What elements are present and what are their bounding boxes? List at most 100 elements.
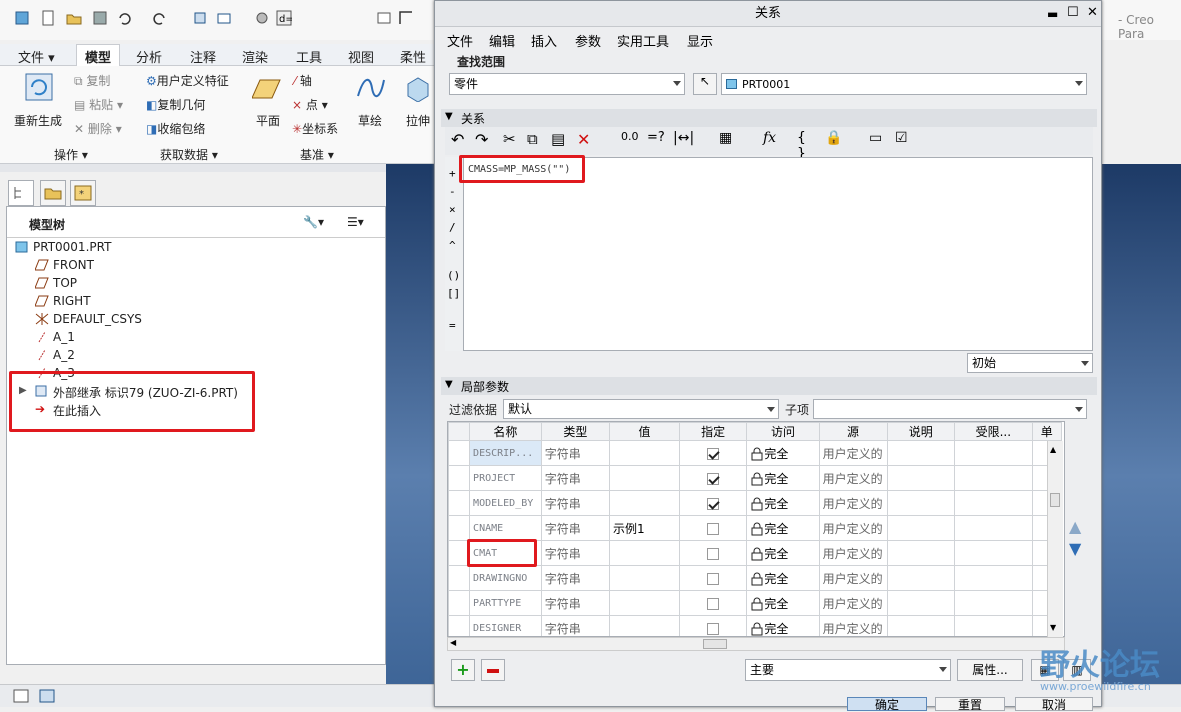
table-row[interactable]: DESCRIP... 字符串 完全 用户定义的 <box>448 440 1063 466</box>
param-source[interactable]: 用户定义的 <box>818 490 888 516</box>
tab-analysis[interactable]: 分析 <box>136 47 162 66</box>
param-value[interactable] <box>609 590 680 616</box>
move-down-icon[interactable]: ▼ <box>1069 539 1081 558</box>
param-set-select[interactable]: 主要 <box>745 659 951 681</box>
undo-icon[interactable] <box>116 10 132 26</box>
row-header[interactable] <box>448 515 471 541</box>
param-source[interactable]: 用户定义的 <box>818 615 888 636</box>
table-row[interactable]: CMAT 字符串 完全 用户定义的 <box>448 540 1063 566</box>
table-row[interactable]: PROJECT 字符串 完全 用户定义的 <box>448 465 1063 491</box>
param-name[interactable]: PARTTYPE <box>469 590 542 616</box>
relations-editor[interactable]: CMASS=MP_MASS("") <box>463 157 1093 351</box>
brackets-icon[interactable]: { } <box>797 130 819 162</box>
redo-icon[interactable]: ↷ <box>475 130 497 152</box>
op-divide[interactable]: / <box>449 221 456 234</box>
param-access[interactable]: 完全 <box>746 490 820 516</box>
minimize-icon[interactable]: ▬ <box>1047 7 1058 21</box>
param-source[interactable]: 用户定义的 <box>818 440 888 466</box>
regenerate-icon[interactable] <box>192 10 208 26</box>
row-header[interactable] <box>448 590 471 616</box>
param-name[interactable]: MODELED_BY <box>469 490 542 516</box>
param-access[interactable]: 完全 <box>746 615 820 636</box>
param-value[interactable] <box>609 615 680 636</box>
param-value[interactable] <box>609 490 680 516</box>
param-access[interactable]: 完全 <box>746 440 820 466</box>
op-power[interactable]: ^ <box>449 239 456 252</box>
param-restricted[interactable] <box>954 615 1033 636</box>
filter-select[interactable]: 默认 <box>503 399 779 419</box>
sketch-button[interactable]: 草绘 <box>358 112 382 129</box>
column-header-type[interactable]: 类型 <box>540 422 611 441</box>
param-description[interactable] <box>886 515 956 541</box>
param-value[interactable]: 示例1 <box>609 515 680 541</box>
param-description[interactable] <box>886 590 956 616</box>
select-pointer-button[interactable]: ↖ <box>693 73 717 95</box>
sort-icon[interactable]: ▦ <box>719 130 741 152</box>
op-brackets[interactable]: [] <box>447 287 460 300</box>
param-access[interactable]: 完全 <box>746 565 820 591</box>
param-value[interactable] <box>609 540 680 566</box>
measure-icon[interactable]: |↔| <box>673 130 695 152</box>
status-icon-2[interactable] <box>38 688 56 704</box>
group-datum[interactable]: 基准 ▾ <box>300 146 334 163</box>
param-value[interactable] <box>609 465 680 491</box>
menu-utilities[interactable]: 实用工具 <box>617 31 669 50</box>
param-name[interactable]: CNAME <box>469 515 542 541</box>
ok-button[interactable]: 确定 <box>847 697 927 712</box>
verify-icon[interactable]: =? <box>647 130 669 152</box>
param-type[interactable]: 字符串 <box>540 615 611 636</box>
paste-button[interactable]: ▤ 粘贴 ▾ <box>74 96 123 113</box>
properties-button[interactable]: 属性... <box>957 659 1023 681</box>
local-params-section-header[interactable]: ▼ 局部参数 <box>441 377 1097 395</box>
extrude-button[interactable]: 拉伸 <box>406 112 430 129</box>
param-restricted[interactable] <box>954 515 1033 541</box>
param-source[interactable]: 用户定义的 <box>818 515 888 541</box>
sketch-tool-icon[interactable] <box>398 10 414 26</box>
param-access[interactable]: 完全 <box>746 515 820 541</box>
param-type[interactable]: 字符串 <box>540 490 611 516</box>
group-get-data[interactable]: 获取数据 ▾ <box>160 146 218 163</box>
status-icon[interactable] <box>12 688 30 704</box>
sub-select[interactable] <box>813 399 1087 419</box>
scroll-down-icon[interactable]: ▼ <box>1050 623 1056 632</box>
param-designated[interactable] <box>678 540 748 566</box>
param-type[interactable]: 字符串 <box>540 565 611 591</box>
plane-button[interactable]: 平面 <box>256 112 280 129</box>
param-value[interactable] <box>609 565 680 591</box>
param-designated[interactable] <box>678 440 748 466</box>
param-type[interactable]: 字符串 <box>540 440 611 466</box>
param-access[interactable]: 完全 <box>746 540 820 566</box>
param-designated[interactable] <box>678 515 748 541</box>
tab-model[interactable]: 模型 <box>76 44 121 68</box>
column-header-description[interactable]: 说明 <box>886 422 956 441</box>
tree-show-icon[interactable]: ☰▾ <box>347 215 364 229</box>
param-restricted[interactable] <box>954 490 1033 516</box>
param-restricted[interactable] <box>954 465 1033 491</box>
table-row[interactable]: DRAWINGNO 字符串 完全 用户定义的 <box>448 565 1063 591</box>
checkbox[interactable] <box>707 497 720 510</box>
copy-geometry-button[interactable]: ◧复制几何 <box>146 96 205 113</box>
column-header-name[interactable]: 名称 <box>469 422 542 441</box>
param-restricted[interactable] <box>954 440 1033 466</box>
horizontal-scrollbar[interactable]: ◀ <box>447 637 1065 651</box>
delete-button[interactable]: ✕ 删除 ▾ <box>74 120 122 137</box>
param-description[interactable] <box>886 440 956 466</box>
param-source[interactable]: 用户定义的 <box>818 590 888 616</box>
table-row[interactable]: DESIGNER 字符串 完全 用户定义的 <box>448 615 1063 636</box>
tree-item-top[interactable]: TOP <box>53 276 77 290</box>
param-source[interactable]: 用户定义的 <box>818 465 888 491</box>
op-plus[interactable]: + <box>449 167 456 180</box>
params-lock-icon[interactable]: 🔒 <box>825 130 847 152</box>
param-description[interactable] <box>886 465 956 491</box>
scroll-thumb[interactable] <box>1050 493 1060 507</box>
model-tree-tab[interactable] <box>8 180 34 206</box>
close-window-icon[interactable] <box>376 10 392 26</box>
scroll-left-icon[interactable]: ◀ <box>450 638 456 647</box>
scroll-up-icon[interactable]: ▲ <box>1050 445 1056 454</box>
tree-settings-icon[interactable]: 🔧▾ <box>303 215 324 229</box>
menu-parameters[interactable]: 参数 <box>575 31 601 50</box>
param-description[interactable] <box>886 565 956 591</box>
cancel-button[interactable]: 取消 <box>1015 697 1093 712</box>
undo-icon[interactable]: ↶ <box>451 130 473 152</box>
cut-icon[interactable]: ✂ <box>503 130 525 152</box>
